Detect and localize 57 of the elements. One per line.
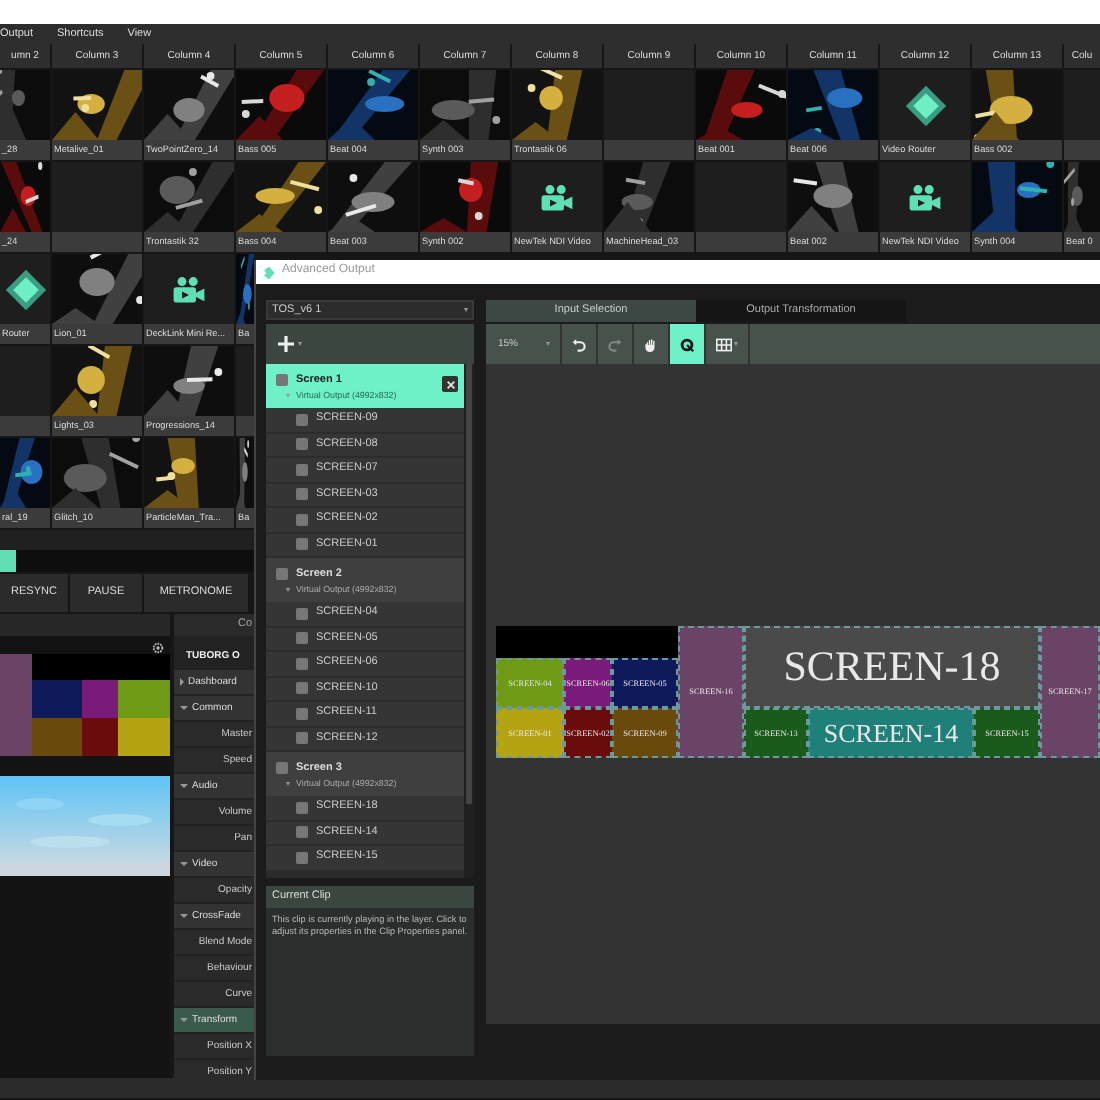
checkbox[interactable]	[296, 826, 308, 839]
undo-icon	[572, 337, 586, 351]
screen-slice[interactable]: SCREEN-14	[808, 708, 974, 758]
checkbox[interactable]	[296, 707, 308, 720]
checkbox[interactable]	[276, 762, 288, 774]
checkbox[interactable]	[296, 682, 308, 695]
clip-slot[interactable]	[604, 70, 694, 160]
diamond-icon	[3, 267, 47, 311]
clip-slot[interactable]	[236, 346, 254, 436]
camera-icon	[172, 275, 206, 303]
caret-icon[interactable]	[180, 678, 184, 686]
caret-icon[interactable]	[286, 782, 290, 786]
logo-icon	[262, 265, 276, 279]
checkbox[interactable]	[296, 732, 308, 745]
checkbox[interactable]	[296, 513, 308, 526]
close-button[interactable]	[442, 376, 458, 392]
caret-icon[interactable]	[180, 784, 188, 788]
redo-icon	[608, 337, 622, 351]
caret-icon[interactable]	[286, 394, 290, 398]
checkbox[interactable]	[296, 851, 308, 864]
caret-icon	[546, 342, 550, 346]
checkbox[interactable]	[296, 538, 308, 551]
caret-icon[interactable]	[734, 342, 738, 346]
caret-icon[interactable]	[180, 862, 188, 866]
grid-icon	[716, 337, 732, 351]
caret-icon[interactable]	[298, 342, 302, 346]
clip-slot[interactable]	[0, 346, 50, 436]
clip-slot[interactable]	[1064, 70, 1100, 160]
caret-icon[interactable]	[180, 706, 188, 710]
checkbox[interactable]	[296, 413, 308, 426]
caret-icon[interactable]	[286, 588, 290, 592]
checkbox[interactable]	[296, 607, 308, 620]
caret-icon[interactable]	[180, 1018, 188, 1022]
checkbox[interactable]	[276, 568, 288, 580]
camera-icon	[908, 183, 942, 211]
screen-slice[interactable]: SCREEN-18	[744, 626, 1040, 708]
caret-icon[interactable]	[180, 914, 188, 918]
target-icon	[680, 337, 694, 351]
checkbox[interactable]	[296, 657, 308, 670]
gear-icon[interactable]	[152, 642, 164, 654]
camera-icon	[540, 183, 574, 211]
checkbox[interactable]	[296, 438, 308, 451]
beat-indicator	[0, 550, 16, 572]
scrollbar[interactable]	[464, 364, 474, 878]
clip-slot[interactable]	[696, 162, 786, 252]
checkbox[interactable]	[296, 488, 308, 501]
caret-icon	[464, 308, 468, 312]
checkbox[interactable]	[296, 463, 308, 476]
close-icon	[445, 379, 455, 389]
diamond-icon	[903, 83, 947, 127]
clip-slot[interactable]	[52, 162, 142, 252]
checkbox[interactable]	[296, 632, 308, 645]
tool-button[interactable]	[670, 324, 706, 364]
checkbox[interactable]	[276, 374, 288, 386]
checkbox[interactable]	[296, 801, 308, 814]
plus-icon[interactable]	[278, 336, 294, 352]
hand-icon	[644, 337, 658, 351]
